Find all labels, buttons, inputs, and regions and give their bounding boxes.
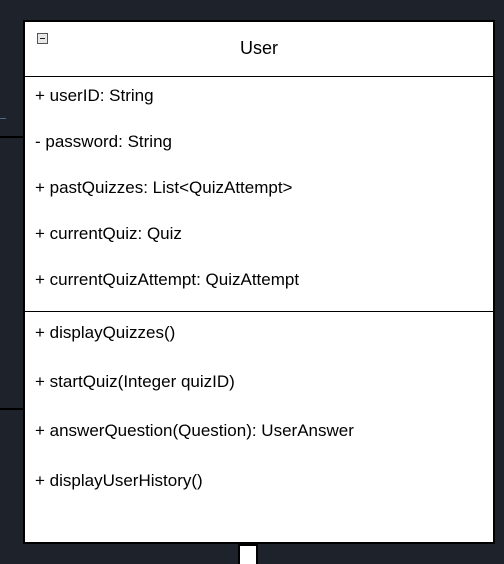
attributes-section: + userID: String - password: String + pa…: [35, 76, 483, 311]
method-display-user-history[interactable]: + displayUserHistory(): [35, 471, 203, 491]
association-connector-bottom: [238, 544, 258, 564]
attribute-current-quiz[interactable]: + currentQuiz: Quiz: [35, 224, 182, 244]
attribute-current-quiz-attempt[interactable]: + currentQuizAttempt: QuizAttempt: [35, 270, 299, 290]
method-display-quizzes[interactable]: + displayQuizzes(): [35, 323, 175, 343]
methods-section: + displayQuizzes() + startQuiz(Integer q…: [35, 311, 483, 541]
method-start-quiz[interactable]: + startQuiz(Integer quizID): [35, 372, 235, 392]
association-line-left-upper: [0, 136, 23, 138]
association-line-marker: [0, 118, 6, 119]
class-name: User: [239, 38, 278, 58]
attribute-past-quizzes[interactable]: + pastQuizzes: List<QuizAttempt>: [35, 178, 292, 198]
attribute-user-id[interactable]: + userID: String: [35, 86, 154, 106]
association-line-left-lower: [0, 408, 23, 410]
uml-class-user[interactable]: User + userID: String - password: String…: [23, 20, 495, 544]
attribute-password[interactable]: - password: String: [35, 132, 172, 152]
method-answer-question[interactable]: + answerQuestion(Question): UserAnswer: [35, 421, 354, 441]
